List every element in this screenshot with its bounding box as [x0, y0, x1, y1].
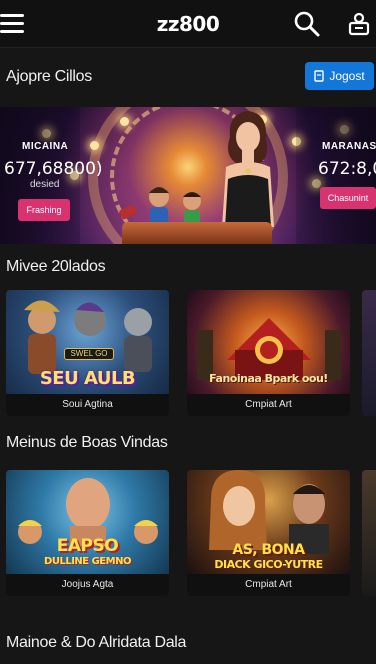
game-caption: Joojus Agta	[6, 574, 169, 596]
promo-right-amount: 672:8,01	[318, 159, 376, 179]
search-icon[interactable]	[292, 10, 322, 38]
game-thumbnail: EAPSO DULLINE GEMNO	[6, 470, 169, 574]
game-card-peek[interactable]	[362, 290, 376, 416]
promo-left-amount: 677,68800)	[4, 159, 103, 179]
game-row-welcome: EAPSO DULLINE GEMNO Joojus Agta AS, BONA…	[0, 470, 376, 596]
top-bar: zz800	[0, 0, 376, 48]
game-art-title: SEU AULB	[39, 368, 136, 389]
section-title-popular: Mivee 20lados	[6, 258, 106, 275]
promo-left-subtext: desied	[30, 179, 60, 190]
light-bulb	[120, 117, 129, 126]
promo-left-label: MICAINA	[22, 141, 69, 152]
game-card-peek[interactable]	[362, 470, 376, 596]
promo-right-button[interactable]: Chasunint	[320, 187, 376, 209]
promo-right-label: MARANAS	[322, 141, 376, 152]
game-thumbnail: SWEL GO SEU AULB	[6, 290, 169, 394]
section-title-featured: Ajopre Cillos	[6, 68, 92, 85]
game-card[interactable]: SWEL GO SEU AULB Soui Agtina	[6, 290, 169, 416]
light-bulb	[90, 141, 99, 150]
game-art-title-line1: EAPSO	[56, 536, 119, 556]
login-icon	[314, 70, 325, 82]
game-art-title: Fanoinaa Bpark oou!	[209, 372, 328, 385]
game-caption: Cmpiat Art	[187, 574, 350, 596]
user-icon[interactable]	[346, 10, 372, 38]
game-card[interactable]: AS, BONA DIACK GICO-YUTRE Cmpiat Art	[187, 470, 350, 596]
game-art-title-line1: AS, BONA	[232, 542, 305, 558]
game-row-popular: SWEL GO SEU AULB Soui Agtina Fanoinaa Bp…	[0, 290, 376, 416]
game-thumbnail: Fanoinaa Bpark oou!	[187, 290, 350, 394]
section-title-welcome: Meinus de Boas Vindas	[6, 434, 168, 451]
promo-left-button[interactable]: Frashing	[18, 199, 70, 221]
game-caption: Soui Agtina	[6, 394, 169, 416]
game-card[interactable]: Fanoinaa Bpark oou! Cmpiat Art	[187, 290, 350, 416]
game-art-title-line2: DIACK GICO-YUTRE	[214, 558, 323, 571]
section-title-more: Mainoe & Do Alridata Dala	[6, 634, 187, 651]
game-card[interactable]: EAPSO DULLINE GEMNO Joojus Agta	[6, 470, 169, 596]
login-button[interactable]: Jogost	[305, 62, 374, 90]
game-thumbnail: AS, BONA DIACK GICO-YUTRE	[187, 470, 350, 574]
promo-banner[interactable]: MICAINA 677,68800) desied Frashing MARAN…	[0, 107, 376, 244]
game-badge: SWEL GO	[64, 348, 114, 360]
game-caption: Cmpiat Art	[187, 394, 350, 416]
login-button-label: Jogost	[329, 69, 365, 83]
game-art-title-line2: DULLINE GEMNO	[44, 556, 131, 567]
hot-tub-illustration	[122, 222, 272, 244]
